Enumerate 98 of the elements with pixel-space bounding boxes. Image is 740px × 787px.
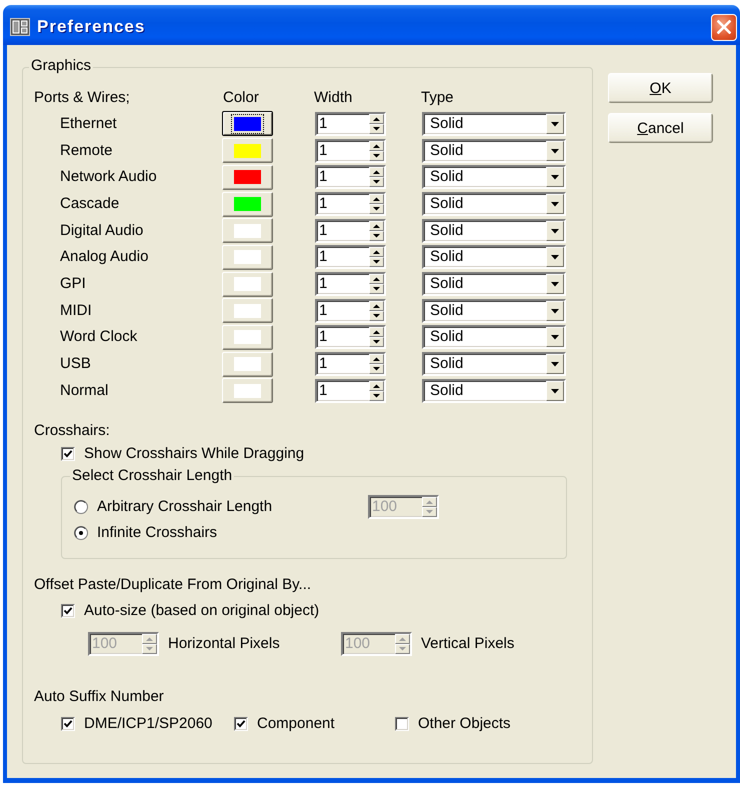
number-field[interactable]: 1 <box>315 112 386 136</box>
spin-down-button[interactable] <box>369 284 384 294</box>
number-field[interactable]: 1 <box>315 138 386 163</box>
close-icon <box>717 20 731 34</box>
spin-up-button[interactable] <box>369 380 384 391</box>
spin-down-button[interactable] <box>369 124 384 134</box>
number-field[interactable]: 1 <box>315 298 386 323</box>
color-button[interactable] <box>222 111 273 136</box>
spin-up-button[interactable] <box>369 114 384 124</box>
spin-up-button[interactable] <box>369 220 384 231</box>
window-title: Preferences <box>37 17 146 37</box>
spin-up-button[interactable] <box>369 167 384 178</box>
spin-down-button[interactable] <box>369 230 384 241</box>
checkbox[interactable] <box>61 447 75 462</box>
type-dropdown[interactable]: Solid <box>422 245 566 270</box>
type-dropdown[interactable]: Solid <box>422 138 566 163</box>
radio-button[interactable] <box>74 526 88 540</box>
dropdown-button[interactable] <box>546 220 564 241</box>
dialog-button[interactable]: Cancel <box>608 113 713 143</box>
column-header: Type <box>421 90 454 106</box>
spin-up-button[interactable] <box>369 300 384 311</box>
spin-down-button[interactable] <box>369 177 384 188</box>
type-dropdown[interactable]: Solid <box>422 112 566 136</box>
checkbox[interactable] <box>395 717 409 732</box>
group-title: Graphics <box>29 58 94 74</box>
type-dropdown[interactable]: Solid <box>422 272 566 296</box>
checkbox-label[interactable]: Other Objects <box>418 716 511 732</box>
spin-down-button[interactable] <box>369 390 384 401</box>
checkbox-label[interactable]: Auto-size (based on original object) <box>84 603 320 620</box>
number-field[interactable]: 1 <box>315 378 386 403</box>
section-title: Auto Suffix Number <box>34 689 164 706</box>
radio-label[interactable]: Arbitrary Crosshair Length <box>97 499 272 516</box>
spin-down-button[interactable] <box>369 310 384 321</box>
spin-down-button[interactable] <box>369 204 384 214</box>
section-title: Offset Paste/Duplicate From Original By... <box>34 577 312 594</box>
dropdown-button[interactable] <box>546 114 564 134</box>
type-dropdown[interactable]: Solid <box>422 352 566 376</box>
type-dropdown[interactable]: Solid <box>422 378 566 403</box>
checkbox[interactable] <box>234 717 248 732</box>
dropdown-button[interactable] <box>546 380 564 401</box>
checkbox[interactable] <box>61 604 75 618</box>
checkbox[interactable] <box>61 717 75 732</box>
number-field[interactable]: 1 <box>315 272 386 296</box>
type-dropdown[interactable]: Solid <box>422 165 566 190</box>
unit-label: Horizontal Pixels <box>168 636 280 652</box>
section-title: Crosshairs: <box>34 423 110 440</box>
number-field[interactable]: 1 <box>315 192 386 216</box>
spin-up-button[interactable] <box>369 140 384 151</box>
spin-down-button[interactable] <box>369 150 384 161</box>
spin-down-button[interactable] <box>369 364 384 374</box>
type-dropdown[interactable]: Solid <box>422 325 566 350</box>
spin-up-button[interactable] <box>369 327 384 338</box>
section-heading: Ports & Wires; <box>34 90 130 106</box>
number-field[interactable]: 1 <box>315 352 386 376</box>
dialog-button[interactable]: OK <box>608 73 713 103</box>
radio-button[interactable] <box>74 500 88 514</box>
wire-type-label: Word Clock <box>60 329 138 346</box>
close-button[interactable] <box>711 14 737 40</box>
dropdown-button[interactable] <box>546 167 564 188</box>
wire-type-label: USB <box>60 356 91 372</box>
wire-type-label: Digital Audio <box>60 222 144 239</box>
number-field[interactable]: 1 <box>315 325 386 350</box>
wire-type-label: Analog Audio <box>60 249 148 266</box>
app-icon <box>10 18 30 36</box>
dropdown-button[interactable] <box>546 274 564 294</box>
spin-up-button[interactable] <box>369 194 384 204</box>
number-field[interactable]: 1 <box>315 165 386 190</box>
number-field[interactable]: 1 <box>315 245 386 270</box>
wire-type-label: Network Audio <box>60 169 157 186</box>
checkbox-label[interactable]: DME/ICP1/SP2060 <box>84 716 212 732</box>
unit-label: Vertical Pixels <box>421 636 514 652</box>
wire-type-label: GPI <box>60 276 86 292</box>
spin-up-button[interactable] <box>369 247 384 258</box>
wire-type-label: Cascade <box>60 196 120 212</box>
checkbox-label[interactable]: Component <box>257 716 335 732</box>
dropdown-button[interactable] <box>546 327 564 348</box>
dropdown-button[interactable] <box>546 194 564 214</box>
dropdown-button[interactable] <box>546 354 564 374</box>
dropdown-button[interactable] <box>546 140 564 161</box>
number-field[interactable]: 1 <box>315 218 386 243</box>
checkbox-label[interactable]: Show Crosshairs While Dragging <box>84 446 304 462</box>
spin-up-button[interactable] <box>369 274 384 284</box>
wire-type-label: Normal <box>60 382 108 399</box>
type-dropdown[interactable]: Solid <box>422 192 566 216</box>
spin-down-button[interactable] <box>369 337 384 348</box>
wire-type-label: Ethernet <box>60 116 117 132</box>
dropdown-button[interactable] <box>546 300 564 321</box>
spin-down-button[interactable] <box>369 257 384 268</box>
type-dropdown[interactable]: Solid <box>422 298 566 323</box>
group-title: Select Crosshair Length <box>70 468 234 484</box>
column-header: Width <box>314 90 352 106</box>
column-header: Color <box>223 90 259 106</box>
wire-type-label: Remote <box>60 142 113 159</box>
radio-label[interactable]: Infinite Crosshairs <box>97 525 218 542</box>
type-dropdown[interactable]: Solid <box>422 218 566 243</box>
wire-type-label: MIDI <box>60 302 92 319</box>
spin-up-button[interactable] <box>369 354 384 364</box>
dropdown-button[interactable] <box>546 247 564 268</box>
